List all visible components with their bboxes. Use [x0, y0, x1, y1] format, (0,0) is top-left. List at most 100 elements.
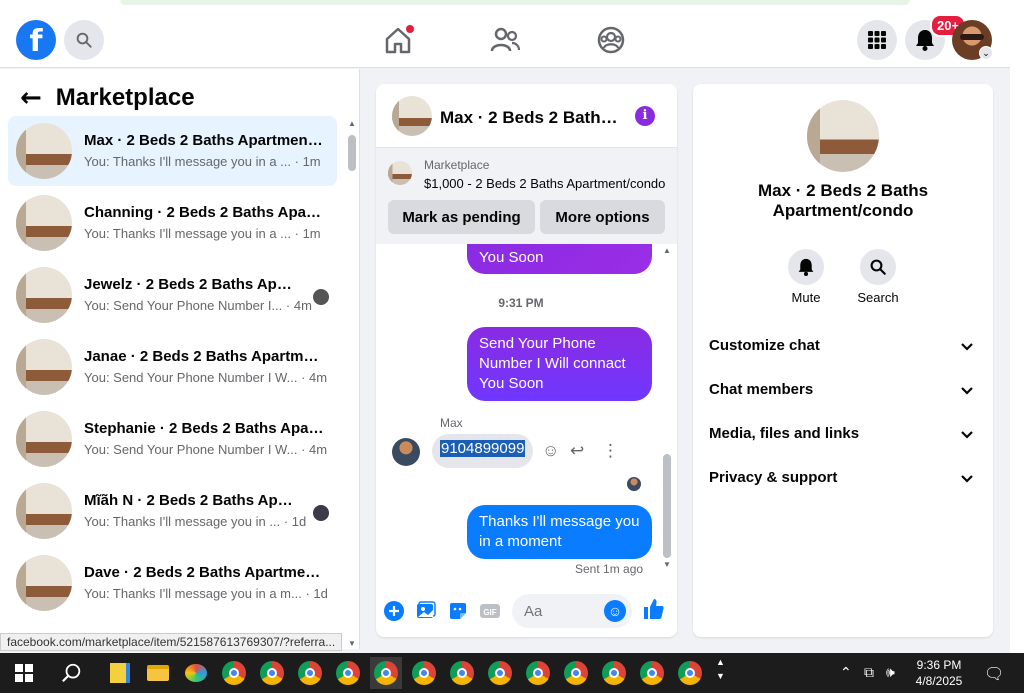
- listing-thumbnail[interactable]: [807, 100, 879, 172]
- outgoing-message[interactable]: You Soon: [467, 244, 652, 274]
- seen-avatar: [313, 289, 329, 305]
- sender-avatar[interactable]: [392, 438, 420, 466]
- chrome-taskbar-icon[interactable]: [598, 657, 630, 689]
- chrome-taskbar-icon[interactable]: [218, 657, 250, 689]
- chrome-taskbar-icon[interactable]: [408, 657, 440, 689]
- chat-scrollbar[interactable]: ▲ ▼: [662, 246, 672, 576]
- section-customize-chat[interactable]: Customize chat: [709, 337, 979, 361]
- chat-listing-thumbnail[interactable]: [392, 96, 432, 136]
- search-chat-button[interactable]: [860, 249, 896, 285]
- listing-thumbnail: [16, 411, 72, 467]
- chrome-taskbar-icon[interactable]: [674, 657, 706, 689]
- listing-thumbnail: [16, 555, 72, 611]
- conversation-preview: You: Send Your Phone Number I... · 4m: [84, 298, 312, 313]
- section-chat-members[interactable]: Chat members: [709, 381, 979, 405]
- conversation-list-scrollbar[interactable]: ▲ ▼: [347, 119, 357, 649]
- paint-icon[interactable]: [180, 657, 212, 689]
- chrome-taskbar-icon[interactable]: [446, 657, 478, 689]
- outgoing-message[interactable]: Thanks I'll message you in a moment: [467, 505, 652, 559]
- conversation-name: Janae · 2 Beds 2 Baths Apartment/condo: [84, 348, 324, 365]
- listing-thumbnail: [16, 195, 72, 251]
- link-status-bar: facebook.com/marketplace/item/5215876137…: [0, 633, 343, 651]
- conversation-item-max[interactable]: Max · 2 Beds 2 Baths Apartment/condo You…: [8, 116, 337, 186]
- emoji-icon[interactable]: ☺: [604, 600, 626, 622]
- more-vertical-icon[interactable]: ⋮: [602, 441, 619, 461]
- friends-icon[interactable]: [489, 24, 521, 56]
- section-privacy-support[interactable]: Privacy & support: [709, 469, 979, 493]
- chrome-taskbar-icon[interactable]: [636, 657, 668, 689]
- plus-icon[interactable]: [384, 601, 404, 621]
- scroll-down-icon[interactable]: ▼: [348, 639, 356, 648]
- taskbar-clock[interactable]: 9:36 PM 4/8/2025: [906, 657, 972, 689]
- gif-icon[interactable]: GIF: [480, 601, 500, 621]
- incoming-message[interactable]: 9104899099: [432, 434, 534, 468]
- chevron-down-icon: [961, 431, 973, 439]
- message-composer: GIF ☺: [376, 587, 677, 637]
- info-icon[interactable]: i: [635, 106, 655, 126]
- conversation-item-jewelz[interactable]: Jewelz · 2 Beds 2 Baths Apartment/condo …: [8, 260, 337, 330]
- scroll-up-icon[interactable]: ▲: [348, 119, 356, 128]
- svg-text:GIF: GIF: [483, 608, 496, 617]
- conversation-name: Channing · 2 Beds 2 Baths Apartment/cond…: [84, 204, 324, 221]
- chrome-taskbar-icon[interactable]: [256, 657, 288, 689]
- listing-thumbnail: [16, 483, 72, 539]
- conversation-list-panel: ← Marketplace Max · 2 Beds 2 Baths Apart…: [0, 69, 360, 649]
- windows-start-icon[interactable]: [8, 657, 40, 689]
- chrome-taskbar-icon[interactable]: [522, 657, 554, 689]
- chevron-down-icon[interactable]: ⌄: [979, 46, 993, 60]
- outgoing-message[interactable]: Send Your Phone Number I Will connact Yo…: [467, 327, 652, 401]
- mark-as-pending-button[interactable]: Mark as pending: [388, 200, 535, 234]
- chevron-down-icon: [961, 343, 973, 351]
- scrollbar-thumb[interactable]: [348, 135, 356, 171]
- meet-now-icon[interactable]: ⧉: [864, 664, 874, 681]
- conversation-name: Mĩãh N · 2 Beds 2 Baths Apartment/condo: [84, 492, 299, 509]
- groups-icon[interactable]: [595, 24, 627, 56]
- chat-header: Max · 2 Beds 2 Baths Apartment/condo i: [376, 84, 677, 148]
- scroll-down-icon[interactable]: ▼: [663, 560, 671, 569]
- chrome-taskbar-icon[interactable]: [484, 657, 516, 689]
- thumbs-up-icon[interactable]: [642, 598, 664, 626]
- taskbar-search-icon[interactable]: [56, 657, 88, 689]
- conversation-item-channing[interactable]: Channing · 2 Beds 2 Baths Apartment/cond…: [8, 188, 337, 258]
- scroll-up-icon[interactable]: ▲: [663, 246, 671, 255]
- listing-price[interactable]: $1,000 - 2 Beds 2 Baths Apartment/condo: [424, 176, 665, 191]
- facebook-logo-icon[interactable]: f: [16, 20, 56, 60]
- chat-title[interactable]: Max · 2 Beds 2 Baths Apartment/condo: [440, 108, 620, 128]
- conversation-item-janae[interactable]: Janae · 2 Beds 2 Baths Apartment/condo Y…: [8, 332, 337, 402]
- volume-icon[interactable]: 🕪: [886, 664, 895, 681]
- chrome-taskbar-icon-active[interactable]: [370, 657, 402, 689]
- chrome-taskbar-icon[interactable]: [560, 657, 592, 689]
- home-icon[interactable]: [382, 24, 414, 56]
- page-scrollbar[interactable]: [1010, 0, 1024, 653]
- conversation-name: Stephanie · 2 Beds 2 Baths Apartment/con…: [84, 420, 324, 437]
- more-options-button[interactable]: More options: [540, 200, 665, 234]
- chrome-taskbar-icon[interactable]: [294, 657, 326, 689]
- file-explorer-icon[interactable]: [142, 657, 174, 689]
- conversation-preview: You: Thanks I'll message you in ... · 1d: [84, 514, 307, 529]
- search-button[interactable]: [64, 20, 104, 60]
- selected-text[interactable]: 9104899099: [440, 440, 526, 457]
- mute-button[interactable]: [788, 249, 824, 285]
- notification-center-icon[interactable]: 🗨: [984, 664, 1004, 684]
- emoji-react-icon[interactable]: ☺: [542, 441, 559, 461]
- conversation-preview: You: Send Your Phone Number I W... · 4m: [84, 370, 328, 385]
- conversation-name: Dave · 2 Beds 2 Baths Apartment/condo: [84, 564, 324, 581]
- conversation-item-stephanie[interactable]: Stephanie · 2 Beds 2 Baths Apartment/con…: [8, 404, 337, 474]
- panel-title: Marketplace: [55, 84, 195, 111]
- section-media-files-links[interactable]: Media, files and links: [709, 425, 979, 449]
- message-timestamp: 9:31 PM: [498, 296, 544, 310]
- tray-chevron-up-icon[interactable]: ⌃: [840, 664, 852, 681]
- photo-icon[interactable]: [416, 601, 436, 621]
- menu-button[interactable]: [857, 20, 897, 60]
- reply-icon[interactable]: ↩: [570, 441, 584, 461]
- taskbar-scroll-icon[interactable]: ▲ ▼: [716, 655, 725, 683]
- sticky-notes-icon[interactable]: [104, 657, 136, 689]
- sticker-icon[interactable]: [448, 601, 468, 621]
- chrome-taskbar-icon[interactable]: [332, 657, 364, 689]
- back-arrow-icon[interactable]: ←: [20, 83, 42, 113]
- conversation-item-miah[interactable]: Mĩãh N · 2 Beds 2 Baths Apartment/condo …: [8, 476, 337, 546]
- conversation-item-dave[interactable]: Dave · 2 Beds 2 Baths Apartment/condo Yo…: [8, 548, 337, 618]
- listing-thumbnail: [388, 161, 412, 185]
- scrollbar-thumb[interactable]: [663, 454, 671, 558]
- sender-name: Max: [440, 416, 463, 430]
